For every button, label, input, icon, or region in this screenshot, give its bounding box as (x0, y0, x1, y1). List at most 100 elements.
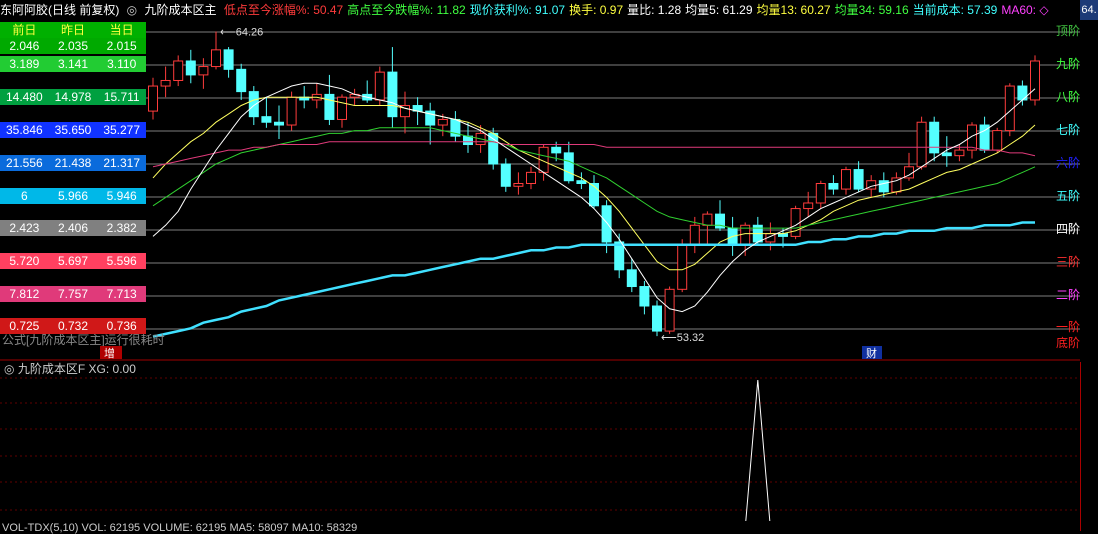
candle-body (374, 71, 385, 101)
candle-body (185, 60, 196, 76)
cost-panel-cell: 21.438 (54, 156, 92, 170)
indicator-name[interactable]: 九阶成本区主 (145, 3, 217, 17)
level-label: 顶阶 (1055, 24, 1080, 38)
candle-body (463, 135, 473, 146)
cost-panel-header: 前日 昨日 当日 (0, 22, 146, 38)
header-item: 均量5: 61.29 (685, 3, 753, 17)
chevron-down-icon[interactable]: ◎ (4, 362, 14, 376)
chevron-down-icon[interactable]: ◎ (127, 3, 137, 17)
candle-body (815, 183, 826, 204)
sub-chart-name[interactable]: 九阶成本区F (18, 362, 85, 376)
candle-body (274, 121, 284, 126)
right-axis[interactable]: 64. (1080, 0, 1098, 531)
cost-panel-cell: 2.035 (57, 39, 89, 53)
cost-panel-cell: 0.725 (9, 319, 40, 333)
cost-panel-cell: 14.978 (54, 90, 92, 104)
main-chart[interactable]: ⟵64.26 ⟵53.32 公式[九阶成本区主]运行很耗时增 财 (0, 20, 1080, 531)
cost-panel-row: 7.812 7.757 7.713 (0, 286, 146, 302)
header-item: 均量34: 59.16 (834, 3, 909, 17)
candle-body (929, 121, 940, 154)
cost-panel-header-cell: 昨日 (61, 23, 86, 37)
cost-panel-cell: 3.141 (57, 57, 89, 71)
candle-body (891, 177, 902, 193)
candle-body (488, 132, 499, 165)
level-label: 六阶 (1055, 156, 1080, 170)
sub-chart-axis-top (1080, 362, 1098, 531)
candle-body (626, 269, 637, 288)
candle-body (324, 93, 335, 120)
candle-body (790, 208, 801, 237)
cost-panel-cell: 35.846 (5, 123, 43, 137)
high-annotation: ⟵64.26 (220, 26, 263, 38)
candle-body (853, 169, 864, 190)
cost-panel-cell: 15.711 (103, 90, 140, 104)
candle-body (702, 213, 713, 226)
candle-body (148, 85, 158, 112)
cost-panel-cell: 21.556 (5, 156, 43, 170)
candle-body (160, 79, 171, 87)
candle-body (664, 288, 675, 332)
cost-panel-header-cell: 前日 (12, 23, 37, 37)
axis-value-box[interactable]: 64. (1080, 0, 1098, 20)
candle-body (513, 183, 524, 187)
cost-panel-cell: 0.732 (57, 319, 89, 333)
volume-readout: VOL-TDX(5,10) VOL: 62195 VOLUME: 62195 M… (2, 522, 358, 534)
cost-panel-cell: 5.966 (57, 189, 89, 203)
cost-panel-cell: 21.317 (103, 156, 141, 170)
cost-panel-cell: 3.110 (107, 57, 137, 71)
level-label: 底阶 (1055, 336, 1080, 350)
header-bar: 东阿阿胶(日线 前复权) ◎ 九阶成本区主 低点至今涨幅%: 50.47 高点至今… (0, 0, 1080, 20)
candle-body (967, 124, 977, 151)
candle-body (198, 66, 209, 76)
cost-panel-cell: 5.720 (9, 254, 40, 268)
cost-panel-cell: 5.946 (106, 189, 137, 203)
candle-body (387, 71, 398, 118)
level-label: 二阶 (1055, 288, 1080, 302)
candle-body (236, 68, 247, 93)
header-item: MA60: ◇ (1001, 3, 1049, 17)
candle-body (954, 149, 965, 157)
header-items: 低点至今涨幅%: 50.47 高点至今跌幅%: 11.82 现价获利%: 91.07… (224, 3, 1053, 17)
cost-panel-cell: 2.046 (9, 39, 40, 53)
candle-body (639, 286, 650, 307)
cost-panel-row: 14.480 14.978 15.711 (0, 89, 146, 105)
cost-panel-cell: 7.713 (106, 287, 137, 301)
candle-body (248, 91, 259, 118)
header-item: 高点至今跌幅%: 11.82 (347, 3, 466, 17)
candle-body (437, 118, 448, 126)
level-label: 七阶 (1055, 123, 1080, 137)
cost-panel-row: 0.725 0.732 0.736 (0, 318, 146, 334)
cost-panel-cell: 14.480 (5, 90, 43, 104)
candle-body (173, 60, 184, 81)
cost-panel-row: 2.423 2.406 2.382 (0, 220, 146, 236)
ma-line (152, 141, 1036, 168)
cost-panel-cell: 3.189 (9, 57, 40, 71)
candle-body (223, 49, 234, 70)
level-label: 一阶 (1055, 320, 1080, 334)
candle-body (916, 121, 927, 168)
header-item: 当前成本: 57.39 (912, 3, 998, 17)
marker-zeng: 增 (104, 346, 115, 360)
candle-body (992, 130, 1003, 151)
candle-body (211, 49, 221, 68)
xg-value: XG: 0.00 (88, 362, 136, 376)
stock-title[interactable]: 东阿阿胶(日线 前复权) (0, 3, 119, 17)
cost-panel-cell: 2.423 (9, 221, 40, 235)
cost-panel-cell: 0.736 (106, 319, 137, 333)
candle-body (576, 180, 587, 184)
level-label: 三阶 (1055, 255, 1080, 269)
cost-panel-cell: 35.650 (54, 123, 92, 137)
cost-panel-cell: 7.757 (57, 287, 89, 301)
candle-body (1017, 85, 1028, 101)
header-item: 现价获利%: 91.07 (469, 3, 566, 17)
cost-panel-cell: 5.697 (57, 254, 89, 268)
cost-panel-row: 6 5.966 5.946 (0, 188, 146, 204)
cost-panel-cell: 5.596 (106, 254, 137, 268)
cost-panel-cell: 2.015 (106, 39, 137, 53)
candle-body (841, 169, 851, 190)
cost-panel-row: 5.720 5.697 5.596 (0, 253, 146, 269)
header-item: 均量13: 60.27 (756, 3, 831, 17)
cost-panel-row: 2.046 2.035 2.015 (0, 38, 146, 54)
level-label: 九阶 (1055, 57, 1080, 71)
cost-panel-row: 21.556 21.438 21.317 (0, 155, 146, 171)
